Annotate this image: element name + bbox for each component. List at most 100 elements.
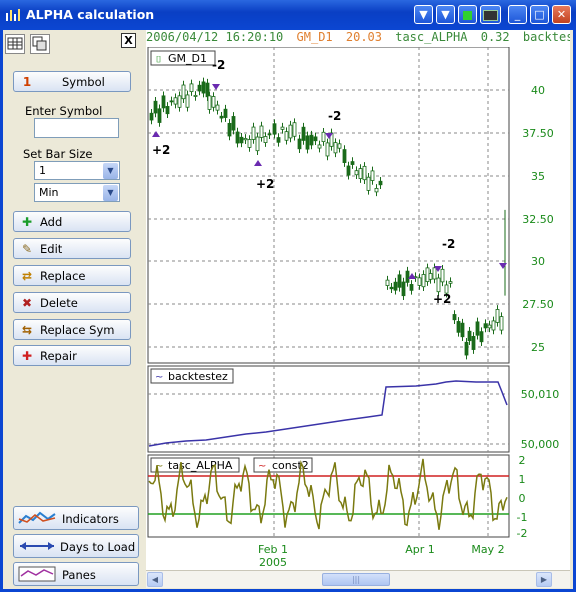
candle-body <box>239 136 244 144</box>
panes-icon <box>18 566 56 582</box>
indicators-button[interactable]: Indicators <box>13 506 139 530</box>
y-tick-label: 30 <box>531 255 545 268</box>
y-tick-label: -2 <box>517 527 528 540</box>
maximize-button[interactable]: □ <box>530 5 549 24</box>
chart-svg[interactable]: ⌷ GM_D1 ~ backtestez ~ tasc_ALPHA ~ cons… <box>146 47 570 570</box>
candle-body <box>456 321 461 333</box>
scroll-left-icon[interactable]: ◀ <box>147 572 163 587</box>
close-sidebar-button[interactable]: X <box>121 33 136 48</box>
replace-button[interactable]: ⇄ Replace <box>13 265 131 286</box>
title-bar: ALPHA calculation ▼ ▼ _ □ ✕ <box>0 0 576 30</box>
chart-icon[interactable] <box>480 5 501 24</box>
candle-body <box>317 144 322 149</box>
candle-body <box>197 84 202 92</box>
y-tick-label: 0 <box>519 492 526 505</box>
bar-unit-select[interactable]: Min ▼ <box>34 183 120 202</box>
candle-body <box>374 187 379 193</box>
info-indicator: tasc_ALPHA <box>395 30 468 44</box>
symbol-icon: 1 <box>22 75 32 89</box>
alpha-axis: 2 1 0 -1 -2 <box>517 454 528 540</box>
candle-body <box>231 116 236 131</box>
chevron-down-icon[interactable]: ▼ <box>414 5 433 24</box>
candle-body <box>280 126 285 130</box>
candle-body <box>346 165 351 176</box>
price-axis: 40 37.50 35 32.50 30 27.50 25 <box>522 84 554 354</box>
info-symbol: GM_D1 <box>296 30 333 44</box>
days-to-load-button[interactable]: Days to Load <box>13 534 139 558</box>
candle-body <box>487 324 492 329</box>
x-axis: Feb 1 Apr 1 May 2 2005 <box>258 543 505 569</box>
candle-body <box>276 137 281 143</box>
candle-body <box>219 115 224 119</box>
signal-annotation: -2 <box>442 237 455 251</box>
candle-body <box>161 95 166 109</box>
alpha-label: tasc_ALPHA <box>168 459 233 472</box>
candle-body <box>321 131 326 143</box>
repair-button[interactable]: ✚ Repair <box>13 345 131 366</box>
candle-body <box>393 281 398 291</box>
candle-body <box>397 274 402 288</box>
candle-body <box>362 165 367 181</box>
candle-body <box>255 136 260 152</box>
info-bar: 2006/04/12 16:20:10 GM_D1 20.03 tasc_ALP… <box>146 30 570 47</box>
candle-body <box>452 314 457 321</box>
candle-body <box>337 143 342 149</box>
candle-body <box>421 274 426 288</box>
sidebar: X 1 Symbol Enter Symbol Set Bar Size 1 ▼… <box>3 30 143 586</box>
symbol-button[interactable]: 1 Symbol <box>13 71 131 92</box>
x-tick-label: Feb 1 <box>258 543 288 556</box>
candle-body <box>215 104 220 111</box>
candle-body <box>436 277 441 293</box>
y-tick-label: 50,000 <box>521 438 560 451</box>
candle-body <box>305 135 310 150</box>
minimize-button[interactable]: _ <box>508 5 527 24</box>
edit-button[interactable]: ✎ Edit <box>13 238 131 259</box>
candle-body <box>149 112 154 121</box>
chevron-down-icon-2[interactable]: ▼ <box>436 5 455 24</box>
range-arrows-icon <box>20 542 54 550</box>
candle-body <box>366 176 371 191</box>
symbol-input[interactable] <box>34 118 119 138</box>
add-button[interactable]: ✚ Add <box>13 211 131 232</box>
bar-size-select[interactable]: 1 ▼ <box>34 161 120 180</box>
panes-button[interactable]: Panes <box>13 562 139 586</box>
candle-body <box>333 142 338 154</box>
candle-body <box>205 82 210 98</box>
info-symbol-value: 20.03 <box>345 30 382 44</box>
candle-body <box>227 122 232 137</box>
candle-body <box>173 97 178 105</box>
y-tick-label: 27.50 <box>522 298 554 311</box>
close-button[interactable]: ✕ <box>552 5 571 24</box>
copy-windows-icon[interactable] <box>30 34 50 54</box>
line-icon: ~ <box>155 372 163 383</box>
y-tick-label: 37.50 <box>522 127 554 140</box>
candle-body <box>267 133 272 136</box>
horizontal-scrollbar[interactable]: ◀ ||| ▶ <box>146 570 570 588</box>
replace-sym-button[interactable]: ⇆ Replace Sym <box>13 319 131 340</box>
signal-annotation: +2 <box>256 177 274 191</box>
candle-body <box>309 134 314 146</box>
delete-button[interactable]: ✖ Delete <box>13 292 131 313</box>
candle-body <box>471 336 476 350</box>
scroll-thumb[interactable]: ||| <box>322 573 390 586</box>
candle-body <box>247 139 252 148</box>
info-extra: backtest <box>522 30 570 44</box>
candle-body <box>479 331 484 343</box>
replace-symbol-icon: ⇆ <box>21 323 33 337</box>
candle-body <box>189 83 194 93</box>
scroll-right-icon[interactable]: ▶ <box>536 572 552 587</box>
candle-body <box>201 81 206 94</box>
candle-body <box>284 131 289 141</box>
y-tick-label: 2 <box>519 454 526 467</box>
candle-body <box>370 170 375 181</box>
equity-pane-label: backtestez <box>168 370 228 383</box>
candle-body <box>185 94 190 108</box>
y-tick-label: 40 <box>531 84 545 97</box>
indicators-icon <box>18 511 56 524</box>
equity-axis: 50,010 50,000 <box>521 388 560 451</box>
candle-body <box>405 270 410 283</box>
green-square-icon[interactable] <box>458 5 477 24</box>
grid-view-icon[interactable] <box>5 34 25 54</box>
candle-body <box>193 94 198 97</box>
candle-body <box>157 108 162 123</box>
